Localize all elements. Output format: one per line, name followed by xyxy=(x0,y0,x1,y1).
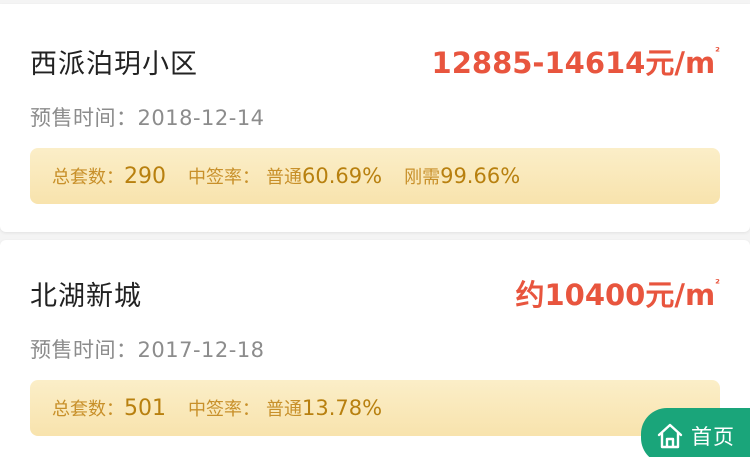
presale-time: 预售时间：2017-12-18 xyxy=(30,334,265,364)
home-icon xyxy=(657,423,683,449)
rigid-rate: 99.66% xyxy=(440,164,521,188)
total-label: 总套数： xyxy=(52,399,124,420)
listing-card[interactable]: 北湖新城 约10400元/m² 预售时间：2017-12-18 总套数： 501… xyxy=(0,240,750,457)
presale-label: 预售时间： xyxy=(30,338,138,362)
normal-rate: 60.69% xyxy=(302,164,383,188)
total-value: 290 xyxy=(124,163,166,189)
listing-name: 西派泊玥小区 xyxy=(30,49,198,80)
home-label: 首页 xyxy=(691,425,735,449)
listing-price: 12885-14614元/m² xyxy=(431,45,720,80)
home-button[interactable]: 首页 xyxy=(641,408,750,457)
normal-label: 普通 xyxy=(266,167,302,188)
stats-bar: 总套数： 290 中签率： 普通 60.69% 刚需 99.66% xyxy=(30,148,720,204)
presale-time: 预售时间：2018-12-14 xyxy=(30,102,265,132)
total-label: 总套数： xyxy=(52,167,124,188)
stats-bar: 总套数： 501 中签率： 普通 13.78% xyxy=(30,380,720,436)
page: 西派泊玥小区 12885-14614元/m² 预售时间：2018-12-14 总… xyxy=(0,0,750,457)
listing-price: 约10400元/m² xyxy=(515,277,720,312)
rate-label: 中签率： xyxy=(188,167,260,188)
rigid-label: 刚需 xyxy=(404,167,441,188)
normal-rate: 13.78% xyxy=(302,396,383,420)
presale-date: 2017-12-18 xyxy=(137,338,265,362)
presale-label: 预售时间： xyxy=(30,106,138,130)
presale-date: 2018-12-14 xyxy=(137,106,265,130)
listing-card[interactable]: 西派泊玥小区 12885-14614元/m² 预售时间：2018-12-14 总… xyxy=(0,4,750,232)
rate-label: 中签率： xyxy=(188,399,260,420)
normal-label: 普通 xyxy=(266,399,302,420)
listing-name: 北湖新城 xyxy=(30,281,142,312)
total-value: 501 xyxy=(124,395,166,421)
